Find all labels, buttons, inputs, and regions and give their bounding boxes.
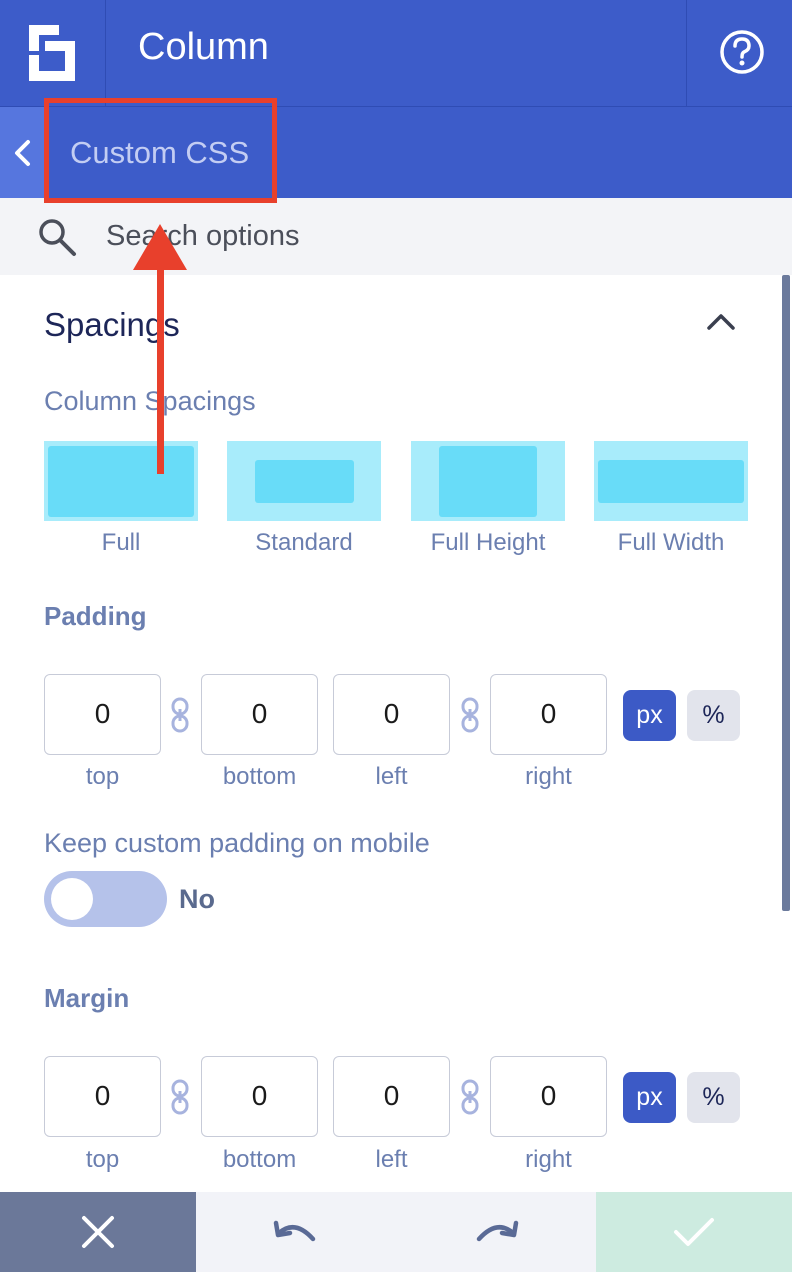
back-button[interactable] (0, 107, 46, 198)
link-icon[interactable] (460, 1079, 480, 1115)
margin-bottom-label: bottom (222, 1146, 297, 1173)
close-icon (82, 1216, 114, 1248)
padding-right-label: right (525, 763, 572, 790)
help-icon (720, 30, 764, 74)
chevron-left-icon (15, 140, 30, 166)
padding-unit-percent-button[interactable]: % (687, 690, 740, 741)
preset-label: Full (101, 529, 141, 556)
margin-label: Margin (44, 983, 130, 1013)
logo-cell[interactable] (0, 0, 106, 107)
check-icon (674, 1218, 714, 1246)
help-button[interactable] (686, 0, 792, 107)
footer-toolbar (0, 1192, 792, 1272)
preset-full-height-shape (439, 446, 537, 517)
chevron-up-icon[interactable] (705, 310, 737, 334)
builder-logo-icon (29, 25, 75, 81)
search-input[interactable] (106, 216, 706, 256)
redo-icon (476, 1220, 519, 1242)
toggle-state-label: No (179, 884, 215, 914)
panel-title: Column (138, 26, 269, 68)
margin-right-label: right (525, 1146, 572, 1173)
margin-right-input[interactable]: 0 (490, 1056, 607, 1137)
padding-bottom-input[interactable]: 0 (201, 674, 318, 755)
padding-right-input[interactable]: 0 (490, 674, 607, 755)
preset-label: Full Width (617, 529, 725, 556)
confirm-button[interactable] (596, 1192, 792, 1272)
margin-left-label: left (375, 1146, 408, 1173)
undo-icon (273, 1220, 316, 1242)
preset-standard-shape (255, 460, 354, 503)
margin-unit-percent-button[interactable]: % (687, 1072, 740, 1123)
search-bar (0, 198, 792, 275)
mobile-padding-toggle[interactable] (44, 871, 167, 927)
preset-label: Full Height (430, 529, 546, 556)
padding-unit-px-button[interactable]: px (623, 690, 676, 741)
annotation-arrow-icon (133, 224, 187, 474)
padding-bottom-label: bottom (222, 763, 297, 790)
padding-label: Padding (44, 601, 147, 631)
preset-label: Standard (255, 529, 353, 556)
undo-button[interactable] (196, 1192, 396, 1272)
redo-button[interactable] (396, 1192, 596, 1272)
toggle-knob (51, 878, 93, 920)
link-icon[interactable] (170, 1079, 190, 1115)
preset-full-width[interactable] (594, 441, 748, 521)
padding-left-input[interactable]: 0 (333, 674, 450, 755)
breadcrumb-bar: Custom CSS (0, 107, 792, 198)
margin-bottom-input[interactable]: 0 (201, 1056, 318, 1137)
breadcrumb-label[interactable]: Custom CSS (70, 135, 249, 171)
preset-full-height[interactable] (411, 441, 565, 521)
cancel-button[interactable] (0, 1192, 196, 1272)
padding-top-label: top (85, 763, 120, 790)
padding-left-label: left (375, 763, 408, 790)
search-icon (39, 219, 76, 256)
scrollbar[interactable] (782, 275, 790, 911)
mobile-padding-label: Keep custom padding on mobile (44, 828, 430, 858)
margin-top-label: top (85, 1146, 120, 1173)
preset-standard[interactable] (227, 441, 381, 521)
link-icon[interactable] (170, 697, 190, 733)
preset-full-width-shape (598, 460, 744, 503)
padding-top-input[interactable]: 0 (44, 674, 161, 755)
margin-top-input[interactable]: 0 (44, 1056, 161, 1137)
top-bar: Column (0, 0, 792, 107)
margin-unit-px-button[interactable]: px (623, 1072, 676, 1123)
margin-left-input[interactable]: 0 (333, 1056, 450, 1137)
link-icon[interactable] (460, 697, 480, 733)
